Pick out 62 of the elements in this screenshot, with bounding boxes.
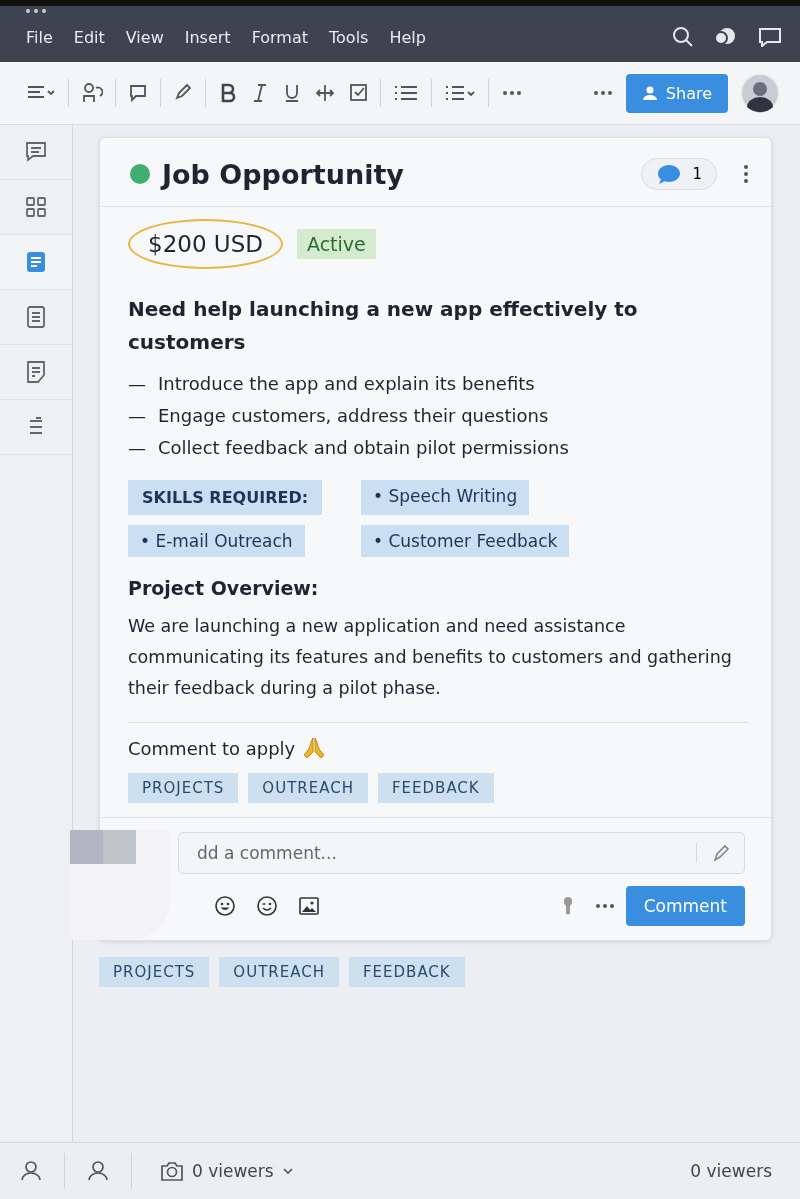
move-arrows-icon[interactable] <box>314 82 336 104</box>
skill-tag: • E-mail Outreach <box>128 525 305 557</box>
bullet-text: Engage customers, address their questions <box>158 405 549 426</box>
sidebar-item[interactable] <box>0 235 72 290</box>
bullet-text: Introduce the app and explain its benefits <box>158 373 535 394</box>
menu-item[interactable]: Format <box>251 27 308 47</box>
menu-item[interactable]: Tools <box>329 27 369 47</box>
tag-chip[interactable]: FEEDBACK <box>348 957 465 987</box>
document-icon <box>24 250 48 274</box>
smiley-icon[interactable] <box>214 895 236 917</box>
tag-chip[interactable]: FEEDBACK <box>377 773 494 803</box>
skills-label: SKILLS REQUIRED: <box>128 480 323 515</box>
menu-item[interactable]: View <box>125 27 164 47</box>
status-badge: Active <box>297 229 376 259</box>
pin-icon[interactable] <box>561 896 574 916</box>
overview-text: We are launching a new application and need assistance communicating its features and benefits to customers and gathering their feedback during a pilot phase. <box>128 615 733 700</box>
bullet-dash: — <box>128 437 146 458</box>
tag-chip[interactable]: OUTREACH <box>219 957 339 987</box>
menu-item[interactable]: Insert <box>184 27 231 47</box>
section-title: Project Overview: <box>128 577 320 599</box>
skill-tag: • Customer Feedback <box>361 525 570 557</box>
comment-icon[interactable] <box>128 82 148 104</box>
note-icon <box>24 360 48 384</box>
more-vertical-icon[interactable] <box>743 164 749 184</box>
search-icon[interactable] <box>672 26 694 48</box>
job-heading: Need help launching a new app effectively to customers <box>128 296 639 356</box>
bullet-text: Collect feedback and obtain pilot permissions <box>158 437 569 458</box>
screen-chat-icon[interactable] <box>758 27 782 47</box>
more-icon[interactable] <box>593 901 616 911</box>
viewers-count: 0 viewers <box>690 1161 772 1181</box>
grid-icon <box>24 195 48 219</box>
speech-bubble-icon <box>656 163 683 185</box>
comment-field[interactable]: dd a comment... <box>178 832 745 874</box>
caret-icon <box>281 1167 294 1175</box>
status-dot <box>130 164 150 184</box>
page-icon <box>24 305 48 329</box>
viewers-dropdown[interactable]: 0 viewers <box>154 1159 300 1183</box>
pen-icon[interactable] <box>696 843 731 863</box>
people-icon[interactable] <box>81 82 103 104</box>
comment-icon <box>24 140 48 164</box>
bullet-dash: — <box>128 373 146 394</box>
checkbox-icon[interactable] <box>348 82 368 104</box>
avatar-icon[interactable] <box>740 73 780 113</box>
user-icon[interactable] <box>20 1160 42 1182</box>
price-label: $200 USD <box>128 219 283 269</box>
menu-item[interactable]: File <box>26 27 53 47</box>
bullet-dash: — <box>128 405 146 426</box>
menu-item[interactable]: Edit <box>73 27 105 47</box>
person-icon <box>641 85 658 101</box>
chat-bubbles-icon[interactable] <box>714 27 738 47</box>
skill-tag: • Speech Writing <box>361 480 530 515</box>
camera-icon <box>160 1160 184 1182</box>
user-icon[interactable] <box>87 1160 109 1182</box>
winking-smiley-icon[interactable] <box>256 895 278 917</box>
tag-chip[interactable]: OUTREACH <box>248 773 368 803</box>
tag-chip[interactable]: PROJECTS <box>99 957 210 987</box>
comment-count-button[interactable]: 1 <box>641 158 717 190</box>
image-icon[interactable] <box>298 895 320 917</box>
tag-chip[interactable]: PROJECTS <box>128 773 239 803</box>
menu-item[interactable]: Help <box>389 27 426 47</box>
card-title: Job Opportunity <box>162 158 404 190</box>
apply-text: Comment to apply <box>128 737 296 759</box>
